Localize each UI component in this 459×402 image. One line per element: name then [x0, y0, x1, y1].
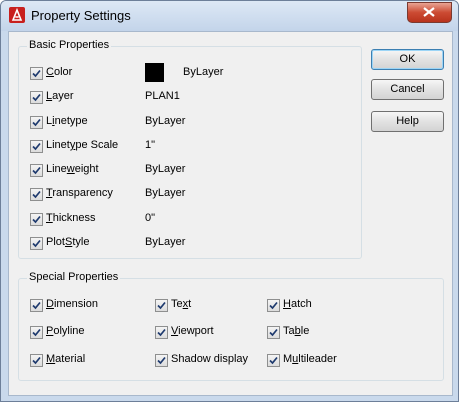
thickness-value: 0" — [145, 212, 156, 224]
material-checkbox[interactable] — [30, 354, 43, 367]
multileader-label: Multileader — [283, 353, 337, 365]
linetype-checkbox[interactable] — [30, 116, 43, 129]
color-label: Color — [46, 66, 73, 78]
color-value: ByLayer — [183, 66, 224, 78]
hatch-label: Hatch — [283, 298, 312, 310]
transparency-label: Transparency — [46, 187, 113, 199]
table-label: Table — [283, 325, 310, 337]
viewport-label: Viewport — [171, 325, 214, 337]
transparency-value: ByLayer — [145, 187, 186, 199]
plotstyle-label: PlotStyle — [46, 236, 90, 248]
linetype-scale-value: 1" — [145, 139, 156, 151]
basic-properties-title: Basic Properties — [27, 39, 112, 51]
window-title: Property Settings — [31, 8, 131, 23]
property-settings-dialog: Property Settings Basic Properties Speci… — [0, 0, 459, 402]
table-checkbox[interactable] — [267, 326, 280, 339]
layer-checkbox[interactable] — [30, 91, 43, 104]
ok-button[interactable]: OK — [371, 49, 444, 70]
lineweight-label: Lineweight — [46, 163, 99, 175]
plotstyle-checkbox[interactable] — [30, 237, 43, 250]
color-swatch — [145, 63, 164, 82]
cancel-button[interactable]: Cancel — [371, 79, 444, 100]
hatch-checkbox[interactable] — [267, 299, 280, 312]
shadow-display-checkbox[interactable] — [155, 354, 168, 367]
polyline-checkbox[interactable] — [30, 326, 43, 339]
plotstyle-value: ByLayer — [145, 236, 186, 248]
special-properties-title: Special Properties — [27, 271, 121, 283]
linetype-scale-label: Linetype Scale — [46, 139, 119, 151]
layer-value: PLAN1 — [145, 90, 180, 102]
layer-label: Layer — [46, 90, 74, 102]
linetype-scale-checkbox[interactable] — [30, 140, 43, 153]
lineweight-value: ByLayer — [145, 163, 186, 175]
material-label: Material — [46, 353, 86, 365]
transparency-checkbox[interactable] — [30, 188, 43, 201]
linetype-value: ByLayer — [145, 115, 186, 127]
close-icon — [423, 7, 435, 17]
lineweight-checkbox[interactable] — [30, 164, 43, 177]
multileader-checkbox[interactable] — [267, 354, 280, 367]
thickness-checkbox[interactable] — [30, 213, 43, 226]
dialog-body: Basic Properties Special Properties OK C… — [8, 31, 453, 396]
color-checkbox[interactable] — [30, 67, 43, 80]
text-label: Text — [171, 298, 192, 310]
dimension-checkbox[interactable] — [30, 299, 43, 312]
thickness-label: Thickness — [46, 212, 96, 224]
close-button[interactable] — [407, 2, 452, 23]
polyline-label: Polyline — [46, 325, 85, 337]
text-checkbox[interactable] — [155, 299, 168, 312]
autocad-logo-icon — [9, 7, 25, 23]
linetype-label: Linetype — [46, 115, 88, 127]
help-button[interactable]: Help — [371, 111, 444, 132]
shadow-display-label: Shadow display — [171, 353, 249, 365]
dimension-label: Dimension — [46, 298, 98, 310]
viewport-checkbox[interactable] — [155, 326, 168, 339]
title-bar[interactable]: Property Settings — [1, 1, 458, 31]
